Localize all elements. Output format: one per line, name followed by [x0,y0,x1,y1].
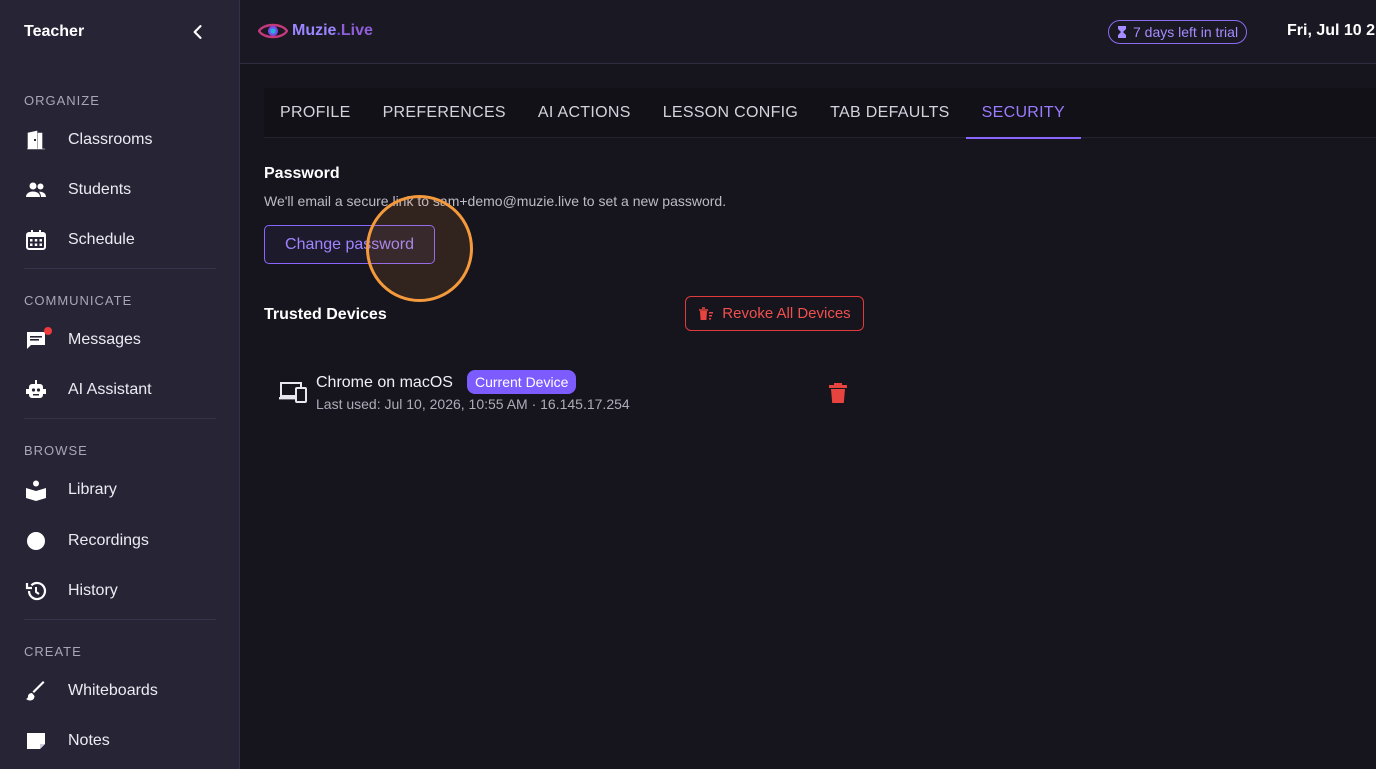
brand-name: Muzie.Live [292,22,373,39]
library-icon [24,478,58,502]
top-bar: Muzie.Live 7 days left in trial Fri, Jul… [240,0,1376,64]
password-heading: Password [264,165,340,182]
sidebar-item-label: AI Assistant [68,381,152,398]
sidebar-item-ai-assistant[interactable]: AI Assistant [24,370,224,410]
people-icon [24,178,58,202]
section-organize: ORGANIZE [24,93,100,108]
current-date: Fri, Jul 10 2 [1287,22,1376,39]
device-row: Chrome on macOS Current Device Last used… [278,368,858,418]
trash-list-icon [699,306,714,320]
sidebar-item-label: Schedule [68,231,135,248]
device-name: Chrome on macOS [316,374,453,391]
tab-profile[interactable]: PROFILE [264,88,367,138]
brand-logo[interactable]: Muzie.Live [258,20,373,42]
sidebar-item-library[interactable]: Library [24,470,224,510]
trusted-devices-heading: Trusted Devices [264,306,387,323]
record-icon [24,529,58,553]
collapse-sidebar-button[interactable] [188,22,208,42]
classroom-icon [24,128,58,152]
trial-text: 7 days left in trial [1133,24,1239,40]
history-icon [24,579,58,603]
sidebar-item-whiteboards[interactable]: Whiteboards [24,671,224,711]
delete-device-icon[interactable] [828,382,848,404]
sidebar-header: Teacher [0,0,240,64]
revoke-all-label: Revoke All Devices [722,305,851,322]
sidebar: Teacher ORGANIZE Classrooms Students Sch… [0,0,240,769]
sidebar-item-students[interactable]: Students [24,170,224,210]
sidebar-divider [24,418,216,419]
message-icon [24,327,58,352]
sidebar-item-notes[interactable]: Notes [24,721,224,761]
sidebar-item-label: Students [68,181,132,198]
sidebar-item-label: Notes [68,732,110,749]
section-browse: BROWSE [24,443,88,458]
note-icon [24,729,58,753]
sidebar-item-label: Library [68,481,117,498]
password-description: We'll email a secure link to sam+demo@mu… [264,193,727,209]
tab-lesson-config[interactable]: LESSON CONFIG [647,88,814,138]
sidebar-item-messages[interactable]: Messages [24,320,224,360]
hourglass-icon [1118,26,1126,38]
revoke-all-devices-button[interactable]: Revoke All Devices [685,296,864,331]
sidebar-divider [24,619,216,620]
sidebar-item-label: History [68,582,118,599]
unread-badge [44,327,52,335]
trial-badge[interactable]: 7 days left in trial [1108,20,1248,44]
calendar-icon [24,228,58,252]
tab-tab-defaults[interactable]: TAB DEFAULTS [814,88,965,138]
sidebar-item-history[interactable]: History [24,571,224,611]
brush-icon [24,679,58,703]
sidebar-item-classrooms[interactable]: Classrooms [24,120,224,160]
chevron-left-icon [193,25,202,39]
sidebar-item-recordings[interactable]: Recordings [24,521,224,561]
robot-icon [24,378,58,402]
sidebar-title: Teacher [24,23,85,40]
sidebar-item-schedule[interactable]: Schedule [24,220,224,260]
devices-icon [279,382,307,403]
current-device-badge: Current Device [467,370,577,394]
sidebar-divider [24,268,216,269]
sidebar-item-label: Whiteboards [68,682,158,699]
tab-preferences[interactable]: PREFERENCES [367,88,522,138]
section-communicate: COMMUNICATE [24,293,133,308]
sidebar-item-label: Messages [68,331,141,348]
settings-tabs: PROFILE PREFERENCES AI ACTIONS LESSON CO… [264,88,1376,139]
eye-logo-icon [258,23,288,39]
tab-ai-actions[interactable]: AI ACTIONS [522,88,647,138]
sidebar-item-label: Recordings [68,532,149,549]
change-password-button[interactable]: Change password [264,225,435,264]
sidebar-item-label: Classrooms [68,131,153,148]
section-create: CREATE [24,644,82,659]
device-last-used: Last used: Jul 10, 2026, 10:55 AM · 16.1… [316,396,630,412]
app-root: Teacher ORGANIZE Classrooms Students Sch… [0,0,1376,769]
tab-security[interactable]: SECURITY [965,88,1082,139]
